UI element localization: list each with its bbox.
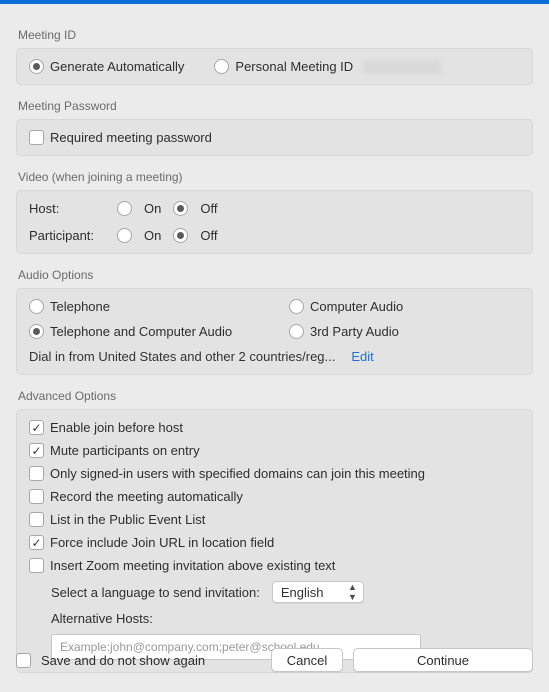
audio-telephone-label: Telephone — [50, 299, 110, 314]
footer: Save and do not show again Cancel Contin… — [0, 636, 549, 692]
signed-in-domains-checkbox[interactable] — [29, 466, 44, 481]
audio-computer-radio[interactable] — [289, 299, 304, 314]
list-public-checkbox[interactable] — [29, 512, 44, 527]
force-join-url-checkbox[interactable] — [29, 535, 44, 550]
host-video-on-radio[interactable] — [117, 201, 132, 216]
advanced-section-label: Advanced Options — [18, 389, 533, 403]
host-video-off-radio[interactable] — [173, 201, 188, 216]
audio-computer-label: Computer Audio — [310, 299, 403, 314]
mute-on-entry-label: Mute participants on entry — [50, 443, 200, 458]
language-select-label: Select a language to send invitation: — [51, 585, 260, 600]
dialin-edit-link[interactable]: Edit — [351, 349, 373, 364]
advanced-panel: Enable join before host Mute participant… — [16, 409, 533, 673]
signed-in-domains-label: Only signed-in users with specified doma… — [50, 466, 425, 481]
mute-on-entry-checkbox[interactable] — [29, 443, 44, 458]
save-no-show-label: Save and do not show again — [41, 653, 205, 668]
meeting-password-section-label: Meeting Password — [18, 99, 533, 113]
required-password-label: Required meeting password — [50, 130, 212, 145]
cancel-button[interactable]: Cancel — [271, 648, 343, 672]
record-auto-label: Record the meeting automatically — [50, 489, 243, 504]
host-video-on-label: On — [144, 201, 161, 216]
video-section-label: Video (when joining a meeting) — [18, 170, 533, 184]
force-join-url-label: Force include Join URL in location field — [50, 535, 274, 550]
language-select-value: English — [281, 585, 324, 600]
audio-third-party-radio[interactable] — [289, 324, 304, 339]
list-public-label: List in the Public Event List — [50, 512, 205, 527]
audio-third-party-label: 3rd Party Audio — [310, 324, 399, 339]
audio-telephone-radio[interactable] — [29, 299, 44, 314]
participant-video-on-radio[interactable] — [117, 228, 132, 243]
audio-tel-and-computer-label: Telephone and Computer Audio — [50, 324, 232, 339]
chevron-updown-icon: ▲▼ — [348, 583, 357, 602]
generate-automatically-radio[interactable] — [29, 59, 44, 74]
participant-video-off-label: Off — [200, 228, 217, 243]
meeting-id-section-label: Meeting ID — [18, 28, 533, 42]
audio-panel: Telephone Computer Audio Telephone and C… — [16, 288, 533, 375]
video-panel: Host: On Off Participant: On Off — [16, 190, 533, 254]
personal-meeting-id-label: Personal Meeting ID — [235, 59, 353, 74]
meeting-id-panel: Generate Automatically Personal Meeting … — [16, 48, 533, 85]
language-select[interactable]: English ▲▼ — [272, 581, 364, 603]
personal-meeting-id-radio[interactable] — [214, 59, 229, 74]
participant-video-on-label: On — [144, 228, 161, 243]
continue-button[interactable]: Continue — [353, 648, 533, 672]
participant-video-off-radio[interactable] — [173, 228, 188, 243]
host-video-off-label: Off — [200, 201, 217, 216]
save-no-show-checkbox[interactable] — [16, 653, 31, 668]
personal-meeting-id-value-blurred — [363, 60, 441, 74]
required-password-checkbox[interactable] — [29, 130, 44, 145]
enable-join-before-host-label: Enable join before host — [50, 420, 183, 435]
video-host-label: Host: — [29, 201, 117, 216]
alt-hosts-label: Alternative Hosts: — [51, 611, 153, 626]
insert-invitation-label: Insert Zoom meeting invitation above exi… — [50, 558, 335, 573]
enable-join-before-host-checkbox[interactable] — [29, 420, 44, 435]
video-participant-label: Participant: — [29, 228, 117, 243]
meeting-password-panel: Required meeting password — [16, 119, 533, 156]
insert-invitation-checkbox[interactable] — [29, 558, 44, 573]
dialin-text: Dial in from United States and other 2 c… — [29, 349, 335, 364]
audio-section-label: Audio Options — [18, 268, 533, 282]
record-auto-checkbox[interactable] — [29, 489, 44, 504]
audio-tel-and-computer-radio[interactable] — [29, 324, 44, 339]
generate-automatically-label: Generate Automatically — [50, 59, 184, 74]
